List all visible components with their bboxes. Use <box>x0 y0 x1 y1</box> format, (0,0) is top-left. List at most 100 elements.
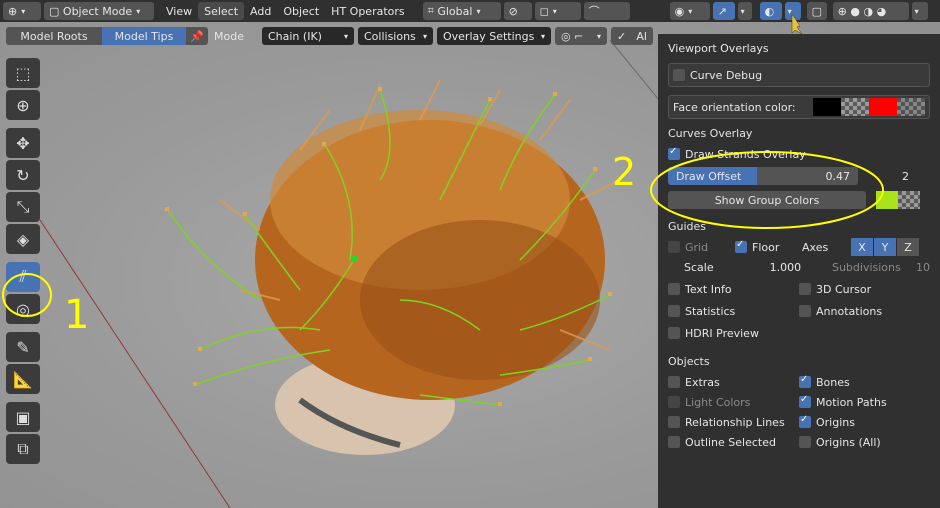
pivot-button[interactable]: ⊘ <box>503 2 532 20</box>
mode-icon: ▢ <box>49 4 60 18</box>
subdivisions-value[interactable]: 10 <box>901 261 930 274</box>
bones-checkbox[interactable] <box>799 374 811 388</box>
scale-value[interactable]: 1.000 <box>719 261 807 274</box>
falloff-icon: ◎ ⌐ <box>560 29 584 43</box>
front-color-swatch[interactable] <box>869 98 897 116</box>
chain-label: Chain (IK) <box>267 29 322 43</box>
add-cube-icon[interactable]: ▣ <box>6 402 40 432</box>
eye-icon: ◉ <box>674 4 685 18</box>
falloff-button[interactable]: ◎ ⌐ ▾ <box>554 27 607 45</box>
origins-all-label: Origins (All) <box>816 435 881 449</box>
curve-debug-toggle[interactable]: Curve Debug <box>668 63 930 87</box>
mode-dropdown[interactable]: ▢ Object Mode ▾ <box>44 2 154 20</box>
curve-debug-checkbox[interactable] <box>673 69 685 81</box>
back-color-swatch[interactable] <box>813 98 841 116</box>
gizmo-dropdown[interactable]: ▾ <box>737 2 752 20</box>
gizmo-button[interactable]: ↗ <box>712 2 735 20</box>
grid-checkbox[interactable] <box>668 241 680 253</box>
statistics-checkbox[interactable] <box>668 305 680 317</box>
collisions-label: Collisions <box>363 29 416 43</box>
panel-title: Viewport Overlays <box>668 42 769 55</box>
pin-icon: 📌 <box>190 29 204 43</box>
draw-offset-slider[interactable]: Draw Offset 0.47 <box>668 167 858 185</box>
floor-checkbox[interactable] <box>735 239 747 253</box>
overlay-settings-dropdown[interactable]: Overlay Settings ▾ <box>436 27 551 45</box>
collisions-dropdown[interactable]: Collisions ▾ <box>357 27 433 45</box>
xray-button[interactable]: ▢ <box>806 2 827 20</box>
proportional-edit-button[interactable]: ⌒ <box>583 2 630 20</box>
menu-view[interactable]: View <box>160 2 198 20</box>
group-alpha-swatch[interactable] <box>898 191 920 209</box>
select-box-icon[interactable]: ⬚ <box>6 58 40 88</box>
mode-label: Object Mode <box>62 4 133 18</box>
origins-checkbox[interactable] <box>799 414 811 428</box>
xray-icon: ▢ <box>811 4 823 18</box>
origins-all-checkbox[interactable] <box>799 436 811 448</box>
draw-strands-row[interactable]: Draw Strands Overlay <box>668 144 930 164</box>
3d-cursor-checkbox[interactable] <box>799 283 811 295</box>
axis-z-button[interactable]: Z <box>897 238 919 256</box>
move-icon[interactable]: ✥ <box>6 128 40 158</box>
shading-dropdown[interactable]: ▾ <box>911 2 928 20</box>
objects-heading: Objects <box>668 355 710 368</box>
cursor-icon[interactable]: ⊕ <box>6 90 40 120</box>
show-group-colors-button[interactable]: Show Group Colors <box>668 191 866 209</box>
menu-add[interactable]: Add <box>244 2 277 20</box>
relationship-lines-checkbox[interactable] <box>668 416 680 428</box>
scale-label: Scale <box>684 260 714 274</box>
toolbar: ⬚ ⊕ ✥ ↻ ⤡ ◈ ⫽ ◎ ✎ 📐 ▣ ⧉ <box>6 58 46 466</box>
curves-overlay-heading: Curves Overlay <box>668 127 753 140</box>
axis-x-button[interactable]: X <box>851 238 873 256</box>
measure-icon[interactable]: 📐 <box>6 364 40 394</box>
mode-label-text: Mode <box>214 29 244 43</box>
text-info-label: Text Info <box>685 282 732 296</box>
viewport-header: ⊕ ▾ ▢ Object Mode ▾ View Select Add Object… <box>0 0 940 22</box>
front-alpha-swatch[interactable] <box>897 98 925 116</box>
all-label: Al <box>636 29 647 43</box>
menu-object[interactable]: Object <box>277 2 325 20</box>
visibility-button[interactable]: ◉ ▾ <box>669 2 710 20</box>
curve-debug-label: Curve Debug <box>690 68 763 82</box>
overlays-dropdown[interactable]: ▾ <box>784 2 801 20</box>
rotate-icon[interactable]: ↻ <box>6 160 40 190</box>
extras-checkbox[interactable] <box>668 376 680 388</box>
annotations-checkbox[interactable] <box>799 305 811 317</box>
text-info-checkbox[interactable] <box>668 283 680 295</box>
back-alpha-swatch[interactable] <box>841 98 869 116</box>
menu-ht-operators[interactable]: HT Operators <box>325 2 410 20</box>
hair-brush-icon[interactable]: ⫽ <box>6 262 40 292</box>
shading-buttons[interactable]: ⊕ ● ◑ ◕ <box>832 2 909 20</box>
outline-selected-label: Outline Selected <box>685 435 776 449</box>
motion-paths-checkbox[interactable] <box>799 394 811 408</box>
group-color-swatch[interactable] <box>876 191 898 209</box>
scale-icon[interactable]: ⤡ <box>6 192 40 222</box>
transform-icon[interactable]: ◈ <box>6 224 40 254</box>
menu-select[interactable]: Select <box>198 2 245 20</box>
orientation-label: Global <box>437 4 473 18</box>
overlays-button[interactable]: ◐ <box>759 2 782 20</box>
shrink-icon[interactable]: ◎ <box>6 294 40 324</box>
snap-button[interactable]: ◻ ▾ <box>534 2 581 20</box>
annotate-icon[interactable]: ✎ <box>6 332 40 362</box>
editor-type-button[interactable]: ⊕ ▾ <box>3 2 41 20</box>
material-icon: ◑ <box>863 4 874 18</box>
chain-dropdown[interactable]: Chain (IK) ▾ <box>261 27 354 45</box>
editor-icon: ⊕ <box>8 4 18 18</box>
draw-strands-checkbox[interactable] <box>668 146 680 160</box>
transform-cube-icon[interactable]: ⧉ <box>6 434 40 464</box>
axis-y-button[interactable]: Y <box>874 238 896 256</box>
pin-button[interactable]: 📌 <box>186 27 208 45</box>
floor-label: Floor <box>752 240 780 254</box>
overlay-settings-label: Overlay Settings <box>442 29 535 43</box>
tab-model-roots[interactable]: Model Roots <box>6 27 102 45</box>
light-colors-checkbox[interactable] <box>668 396 680 408</box>
annotations-label: Annotations <box>816 304 883 318</box>
outline-selected-checkbox[interactable] <box>668 436 680 448</box>
all-button[interactable]: ✓ Al <box>610 27 653 45</box>
statistics-label: Statistics <box>685 304 736 318</box>
light-colors-label: Light Colors <box>685 395 751 409</box>
tab-model-tips[interactable]: Model Tips <box>102 27 186 45</box>
gizmo-icon: ↗ <box>717 4 727 18</box>
orientation-dropdown[interactable]: ⌗ Global ▾ <box>422 2 501 20</box>
hdri-preview-checkbox[interactable] <box>668 327 680 339</box>
